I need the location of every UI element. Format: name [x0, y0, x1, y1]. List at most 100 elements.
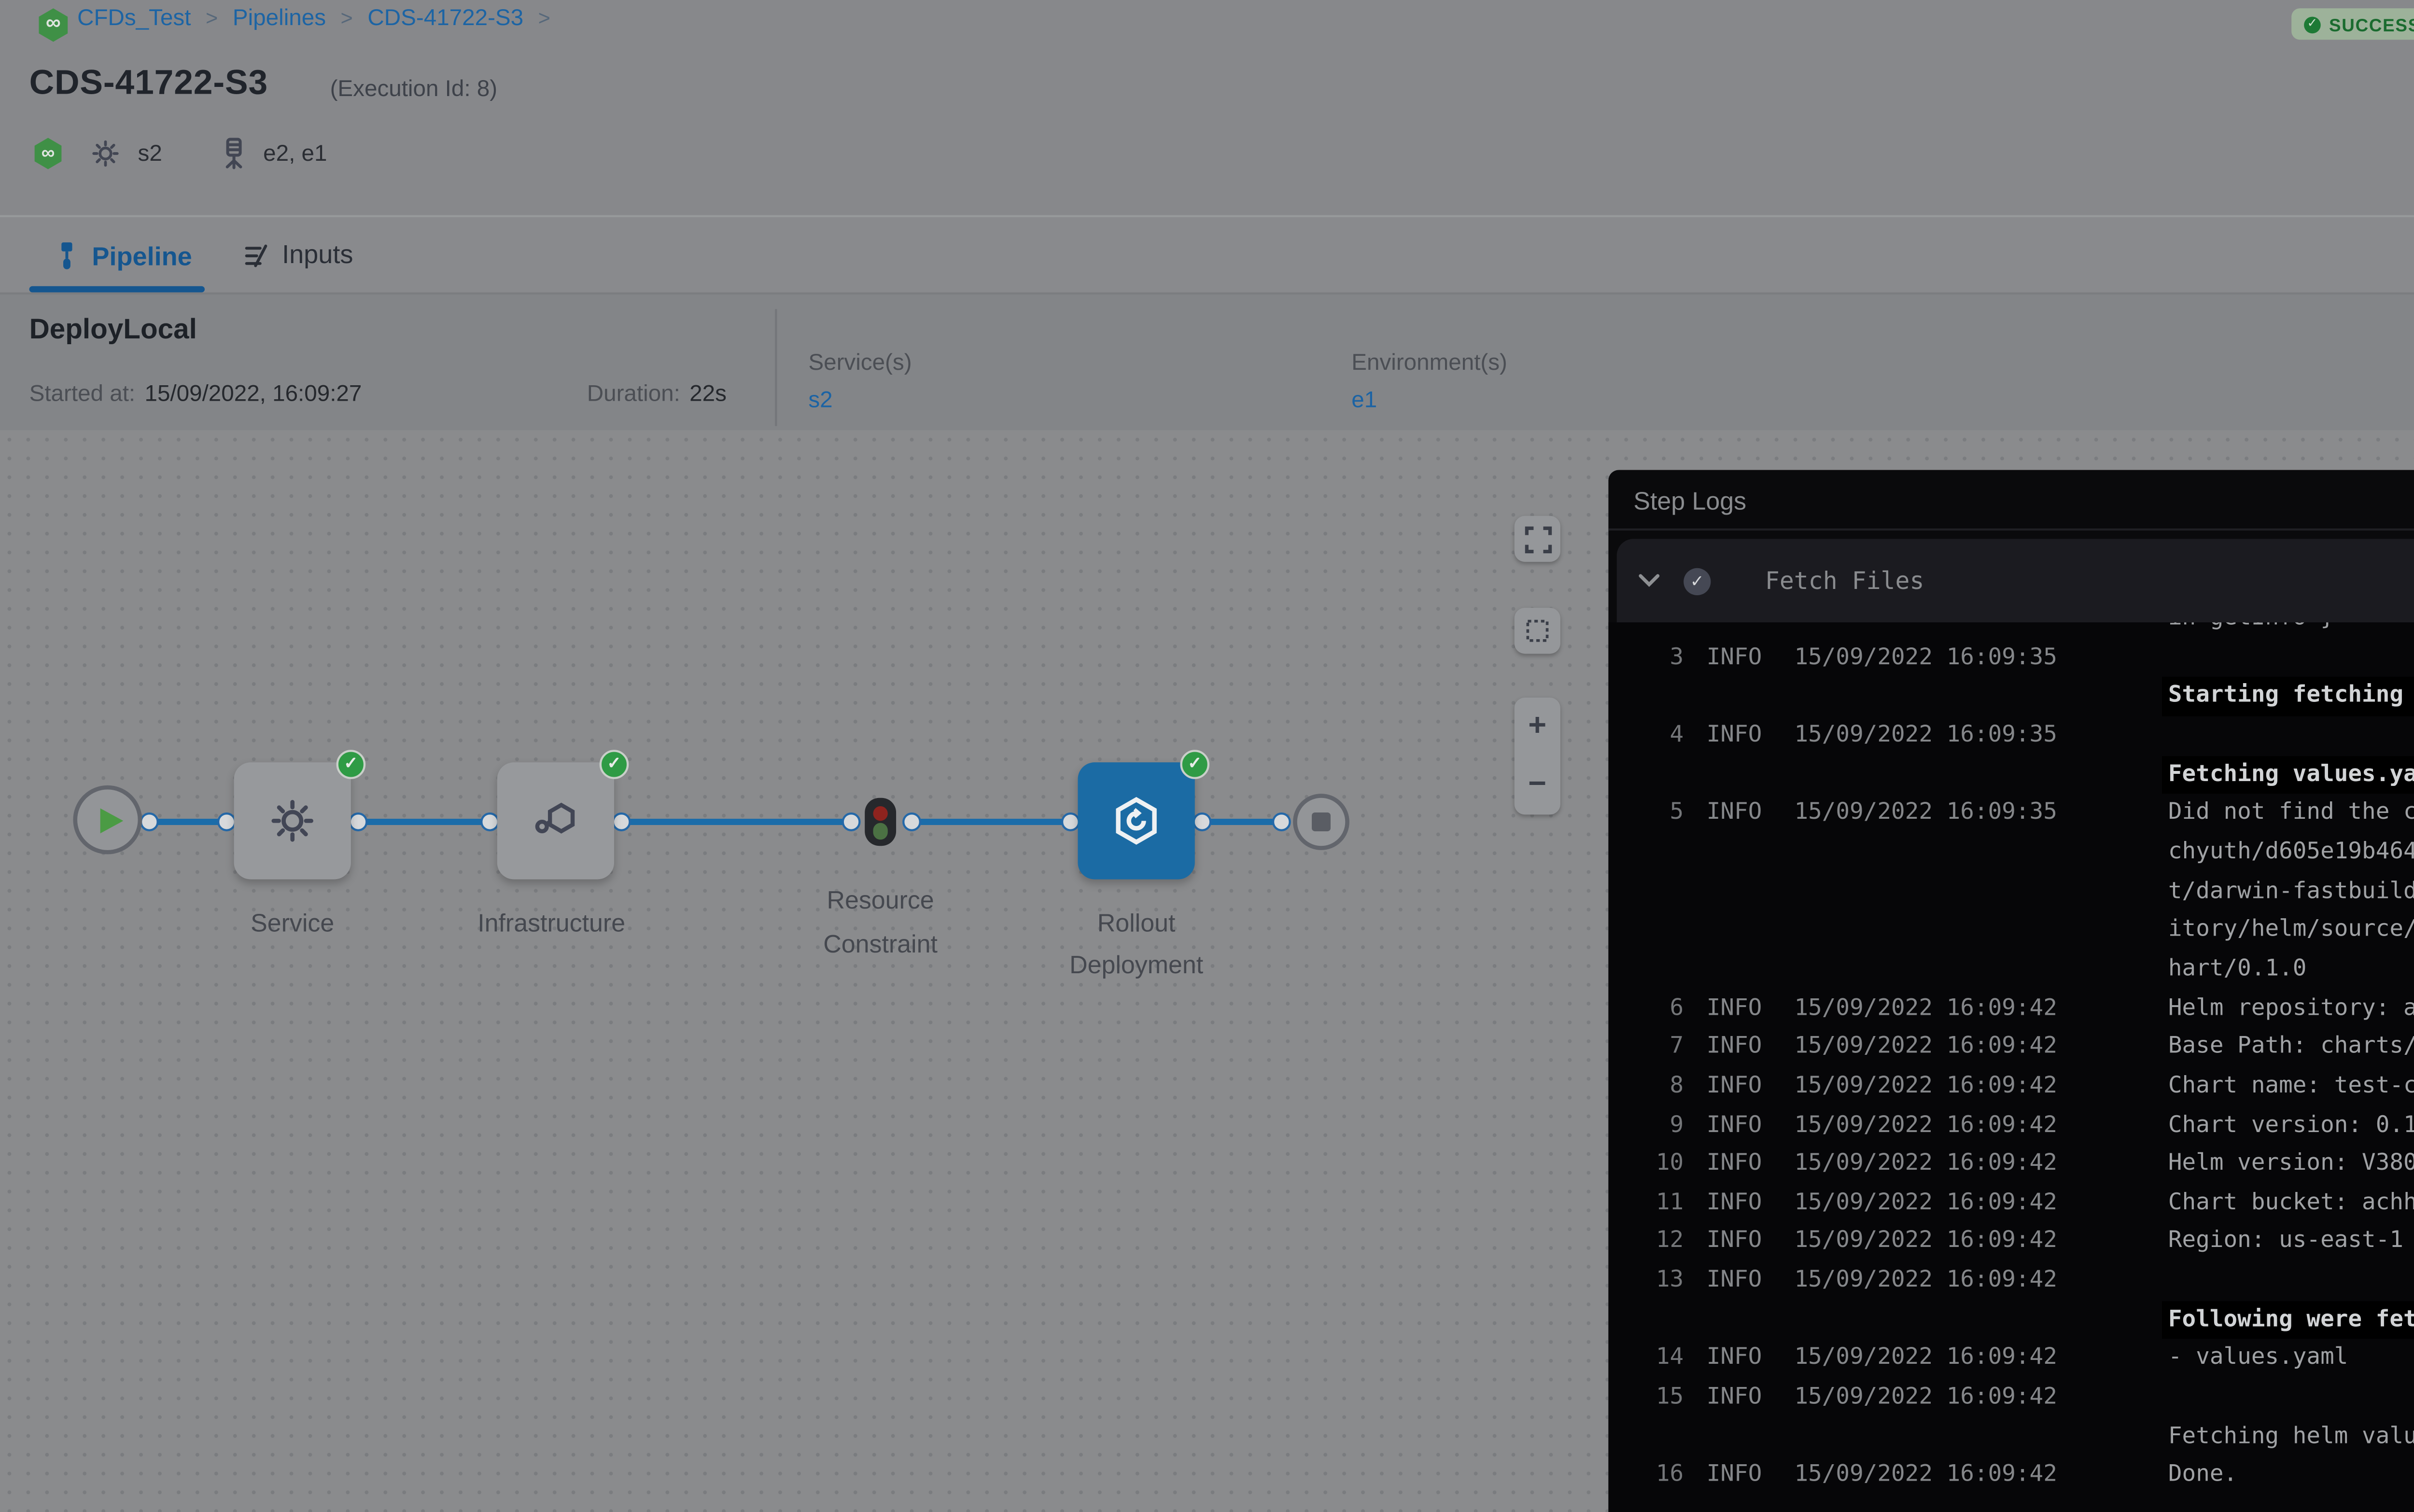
inputs-icon: [242, 241, 269, 268]
node-resource-constraint[interactable]: [865, 798, 896, 846]
log-row: 13INFO15/09/2022 16:09:42Following were …: [1608, 1262, 2414, 1340]
log-line-number: 5: [1625, 794, 1684, 833]
log-message: Helm repository: aws-qa-setup-modified: [2168, 989, 2414, 1028]
log-row: 14INFO15/09/2022 16:09:42- values.yaml: [1608, 1340, 2414, 1379]
log-message: Following were fetched successfully :: [2168, 1262, 2414, 1340]
stop-icon: [1312, 812, 1331, 830]
breadcrumb-pipeline-name[interactable]: CDS-41722-S3: [367, 6, 523, 31]
log-level: INFO: [1707, 1340, 1778, 1379]
breadcrumb-pipelines[interactable]: Pipelines: [233, 6, 326, 31]
selection-mode-button[interactable]: [1515, 608, 1560, 654]
log-line-number: 7: [1625, 1028, 1684, 1067]
log-line-number: 12: [1625, 1223, 1684, 1262]
log-line-number: 16: [1625, 1456, 1684, 1496]
panel-title: Step Logs: [1633, 487, 1746, 516]
tab-inputs[interactable]: Inputs: [242, 240, 353, 270]
log-timestamp: 15/09/2022 16:09:42: [1794, 1379, 2070, 1418]
fit-to-screen-button[interactable]: [1515, 516, 1560, 562]
log-line-number: 3: [1625, 638, 1684, 677]
log-row: 11INFO15/09/2022 16:09:42Chart bucket: a…: [1608, 1184, 2414, 1223]
log-timestamp: 15/09/2022 16:09:35: [1794, 716, 2070, 756]
log-message: Did not find the chart and version in lo…: [2168, 794, 2414, 989]
log-line-number: 10: [1625, 1145, 1684, 1184]
zoom-out-button[interactable]: −: [1515, 756, 1560, 814]
log-level: INFO: [1707, 1067, 1778, 1106]
log-row: 9INFO15/09/2022 16:09:42Chart version: 0…: [1608, 1106, 2414, 1145]
log-message: Chart name: test-chart: [2168, 1067, 2414, 1106]
log-level: INFO: [1707, 638, 1778, 677]
page-title: CDS-41722-S3: [29, 65, 268, 104]
log-level: INFO: [1707, 1262, 1778, 1301]
log-row: 8 INFO 15/09/2022 16:09:42 Chart name: test…: [1608, 1067, 2414, 1106]
node-label-resource-constraint: Resource Constraint: [792, 879, 969, 967]
log-line-number: 4: [1625, 716, 1684, 756]
active-tab-underline: [29, 286, 205, 293]
breadcrumb-separator: >: [538, 8, 550, 31]
log-level: INFO: [1707, 1456, 1778, 1496]
log-level: INFO: [1707, 1028, 1778, 1067]
log-timestamp: 15/09/2022 16:09:42: [1794, 1184, 2070, 1223]
log-row-partial: in getInfo }: [1608, 622, 2414, 638]
node-label-service: Service: [209, 902, 376, 944]
connector-port[interactable]: [841, 812, 859, 830]
connector-line: [620, 818, 850, 824]
pipeline-start-node[interactable]: [73, 785, 142, 854]
started-label: Started at:: [29, 382, 136, 407]
zoom-in-button[interactable]: +: [1515, 698, 1560, 756]
started-value: 15/09/2022, 16:09:27: [144, 382, 362, 407]
log-level: INFO: [1707, 989, 1778, 1028]
log-line-number: 8: [1625, 1067, 1684, 1106]
step-name: Fetch Files: [1765, 566, 1924, 595]
duration-label: Duration:: [587, 382, 680, 407]
gear-icon: [90, 138, 121, 169]
log-message: Helm version: V380: [2168, 1145, 2414, 1184]
log-timestamp: 15/09/2022 16:09:42: [1794, 1456, 2070, 1496]
connector-port[interactable]: [1060, 812, 1079, 830]
log-line-number: 9: [1625, 1106, 1684, 1145]
connector-line: [1201, 818, 1280, 824]
service-link[interactable]: s2: [808, 389, 832, 414]
pipeline-end-node[interactable]: [1293, 793, 1349, 849]
success-check-icon: ✓: [337, 750, 366, 779]
environment-link[interactable]: e1: [1351, 389, 1377, 414]
connector-port[interactable]: [479, 812, 498, 830]
node-label-rollout: Rollout Deployment: [1047, 902, 1226, 986]
success-check-icon: ✓: [1180, 750, 1209, 779]
log-level: INFO: [1707, 1379, 1778, 1418]
node-rollout-deployment[interactable]: [1078, 762, 1194, 879]
connector-port[interactable]: [901, 812, 920, 830]
log-row: 12INFO15/09/2022 16:09:42Region: us-east…: [1608, 1223, 2414, 1262]
tab-pipeline[interactable]: Pipeline: [54, 240, 192, 272]
stage-summary: DeployLocal Started at: 15/09/2022, 16:0…: [0, 293, 2414, 431]
log-timestamp: 15/09/2022 16:09:42: [1794, 1106, 2070, 1145]
zoom-controls: + −: [1515, 698, 1560, 814]
log-output[interactable]: in getInfo }3 INFO 15/09/2022 16:09:35 Star…: [1608, 622, 2414, 1512]
log-timestamp: 15/09/2022 16:09:42: [1794, 1028, 2070, 1067]
log-level: INFO: [1707, 794, 1778, 833]
log-row: 5INFO15/09/2022 16:09:35Did not find the…: [1608, 794, 2414, 989]
log-message: Base Path: charts/: [2168, 1028, 2414, 1067]
log-line-number: 15: [1625, 1379, 1684, 1418]
play-icon: [99, 807, 123, 832]
breadcrumb-project[interactable]: CFDs_Test: [77, 6, 191, 31]
rollout-icon: [1109, 794, 1163, 848]
step-section-header[interactable]: ✓ Fetch Files ↑ ↓ 9s: [1617, 539, 2414, 622]
node-infrastructure[interactable]: [497, 762, 614, 879]
success-check-icon: ✓: [2304, 15, 2321, 32]
service-tag[interactable]: s2: [138, 142, 162, 167]
log-timestamp: 15/09/2022 16:09:42: [1794, 1067, 2070, 1106]
red-light: [872, 805, 888, 821]
success-check-icon: ✓: [600, 750, 629, 779]
log-message: Region: us-east-1: [2168, 1223, 2414, 1262]
log-message: Starting fetching Helm values: [2168, 638, 2414, 716]
step-logs-panel: Step Logs Console View ✓ Fetch Files ↑ ↓: [1608, 470, 2414, 1512]
node-service[interactable]: [234, 762, 351, 879]
log-message: Chart version: 0.1.0: [2168, 1106, 2414, 1145]
pipeline-icon: [54, 240, 79, 272]
environment-tag[interactable]: e2, e1: [263, 142, 327, 167]
connector-port[interactable]: [216, 812, 235, 830]
connector-port[interactable]: [1271, 812, 1290, 830]
chevron-down-icon[interactable]: [1638, 572, 1661, 589]
top-header: ∞ CFDs_Test > Pipelines > CDS-41722-S3 >…: [0, 0, 2414, 215]
log-line-number: 11: [1625, 1184, 1684, 1223]
